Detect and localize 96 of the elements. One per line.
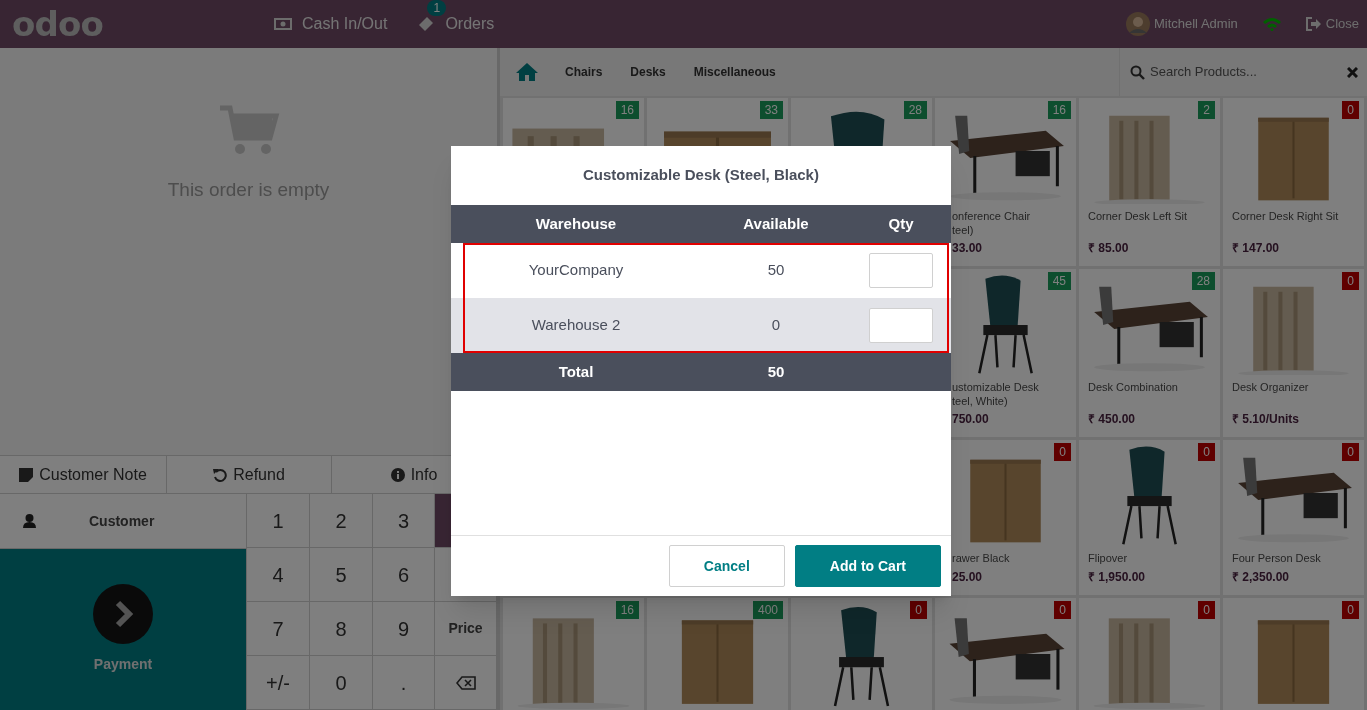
numpad-key[interactable]: 3 [373,494,435,548]
product-card[interactable]: 2 Corner Desk Left Sit ₹ 85.00 [1079,98,1220,266]
nav-button[interactable]: Cash In/Out [274,12,388,36]
product-card[interactable]: 0 Corner Desk Right Sit ₹ 147.00 [1223,98,1364,266]
cancel-button[interactable]: Cancel [668,545,785,587]
stock-badge: 16 [1047,101,1071,119]
available-cell-text: 0 [771,315,781,336]
total-value: 50 [767,361,785,382]
numpad-key[interactable]: 6 [373,548,435,602]
product-card[interactable]: 0 Flipover ₹ 1,950.00 [1079,440,1220,595]
product-name: Corner Desk Left Sit [1087,209,1189,223]
ticket-icon [417,16,436,32]
numpad-key[interactable]: 9 [373,602,435,656]
stock-badge: 16 [615,601,639,619]
undo-icon [213,467,228,482]
warehouse-cell-text: Warehouse 2 [531,315,621,336]
wifi-icon [1261,17,1282,31]
search-icon [1130,64,1145,80]
stock-badge: 0 [1054,443,1071,461]
category-tab[interactable]: Chairs [551,63,617,81]
product-name: Desk Combination [1087,380,1179,394]
backspace-key[interactable] [435,656,497,710]
numpad-key[interactable]: 8 [310,602,373,656]
numpad-key[interactable]: 5 [310,548,373,602]
payment-button[interactable]: Payment [0,549,246,710]
close-button[interactable]: Close [1305,14,1359,34]
mode-key[interactable]: Price [435,602,497,656]
product-price: ₹ 5.10/Units [1231,411,1301,428]
clear-icon[interactable] [1347,66,1358,78]
column-header: Warehouse [535,213,617,234]
product-name: Desk Organizer [1231,380,1310,394]
product-price: ₹ 147.00 [1231,240,1281,257]
stock-badge: 0 [1342,101,1359,119]
product-name: Corner Desk Right Sit [1231,209,1340,223]
numpad-key[interactable]: 7 [247,602,310,656]
stock-badge: 0 [1054,601,1071,619]
next-icon [93,584,153,644]
total-label: Total [558,361,594,382]
product-name: Flipover [1087,551,1129,565]
count-badge: 1 [427,0,447,16]
warehouse-cell-text: YourCompany [528,260,624,281]
stock-badge: 16 [615,101,639,119]
qty-field[interactable] [869,308,933,343]
product-price: 33.00 [951,240,984,257]
numpad-key[interactable]: . [373,656,435,710]
product-price: ₹ 450.00 [1087,411,1137,428]
product-card[interactable]: 0 Four Person Desk ₹ 2,350.00 [1223,440,1364,595]
backspace-icon [455,675,476,690]
stock-badge: 0 [910,601,927,619]
category-tab[interactable]: Desks [616,63,680,81]
stock-badge: 33 [759,101,783,119]
sign-out-icon [1305,17,1322,31]
avatar [1125,12,1150,36]
stock-badge: 45 [1047,272,1071,290]
category-tab[interactable]: Miscellaneous [679,63,790,81]
numpad-key[interactable]: 0 [310,656,373,710]
column-header: Available [743,213,809,234]
stock-badge: 0 [1342,601,1359,619]
product-name: rawer Black [951,551,1011,565]
control-button[interactable]: Refund [167,456,332,493]
stock-badge: 0 [1198,601,1215,619]
product-name: onference Chair teel) [951,209,1032,237]
product-card[interactable]: 28 Desk Combination ₹ 450.00 [1079,269,1220,437]
stock-badge: 28 [903,101,927,119]
note-icon [19,467,34,482]
numpad-key[interactable]: 4 [247,548,310,602]
stock-badge: 2 [1198,101,1215,119]
qty-field[interactable] [869,253,933,288]
banknote-icon [274,18,292,30]
stock-badge: 28 [1191,272,1215,290]
stock-badge: 400 [752,601,783,619]
stock-badge: 0 [1342,272,1359,290]
available-cell-text: 50 [767,260,785,281]
product-name: Four Person Desk [1231,551,1322,565]
control-button[interactable]: Customer Note [0,456,167,493]
product-price: 25.00 [951,569,984,586]
stock-badge: 0 [1198,443,1215,461]
numpad-key[interactable]: 1 [247,494,310,548]
add-to-cart-button[interactable]: Add to Cart [794,545,941,587]
product-price: ₹ 2,350.00 [1231,569,1291,586]
column-header: Qty [888,213,914,234]
user-icon [23,514,36,528]
logo: odoo [12,7,104,41]
numpad-key[interactable]: 2 [310,494,373,548]
product-price: ₹ 85.00 [1087,240,1130,257]
stock-badge: 0 [1342,443,1359,461]
dialog-title: Customizable Desk (Steel, Black) [583,165,819,186]
user-name[interactable]: Mitchell Admin [1153,14,1238,34]
product-card[interactable]: 0 Desk Organizer ₹ 5.10/Units [1223,269,1364,437]
info-icon [390,467,405,482]
numpad-key[interactable]: +/- [247,656,310,710]
search-field[interactable]: Search Products... [1150,62,1340,82]
product-price: 750.00 [951,411,990,428]
product-price: ₹ 1,950.00 [1087,569,1147,586]
home-icon[interactable] [515,62,539,82]
product-name: ustomizable Desk teel, White) [951,380,1040,408]
